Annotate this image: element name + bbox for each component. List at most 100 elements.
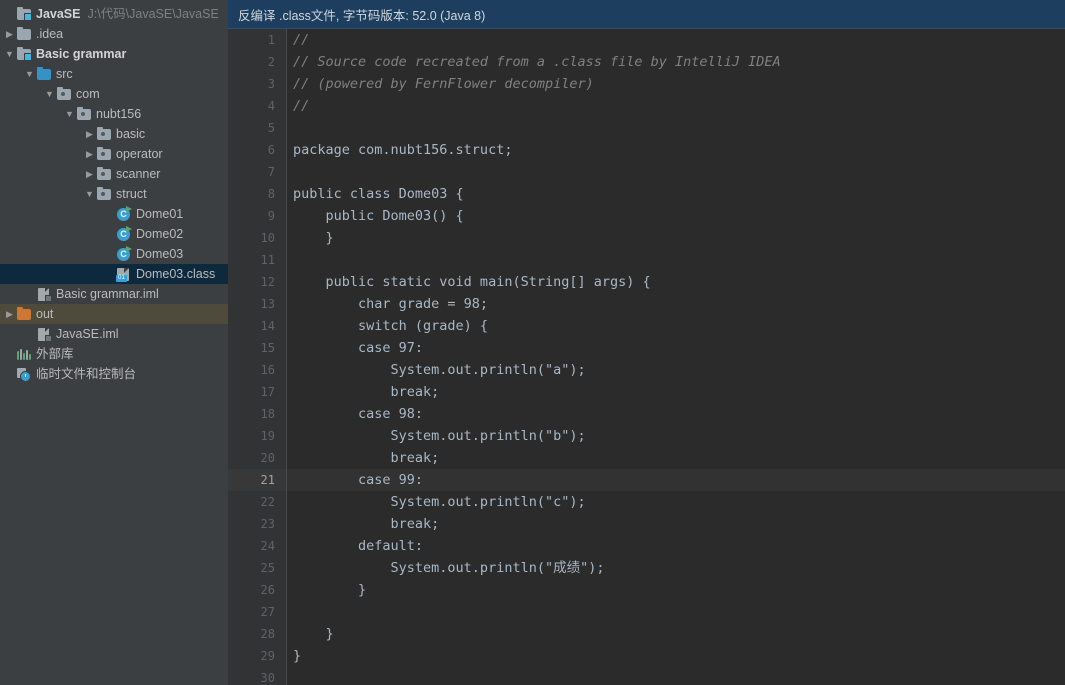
project-tree[interactable]: ▶JavaSEJ:\代码\JavaSE\JavaSE▶.idea▼Basic g… — [0, 0, 228, 384]
project-tool-window: ▶JavaSEJ:\代码\JavaSE\JavaSE▶.idea▼Basic g… — [0, 0, 228, 685]
code-line[interactable]: 14 switch (grade) { — [228, 315, 1065, 337]
code-line-text: public class Dome03 { — [293, 186, 464, 202]
tree-row-label: operator — [116, 147, 163, 161]
line-number: 27 — [228, 601, 287, 623]
code-line[interactable]: 22 System.out.println("c"); — [228, 491, 1065, 513]
chevron-right-icon[interactable]: ▶ — [3, 304, 16, 324]
tree-row-[interactable]: ▶ 临时文件和控制台 — [0, 364, 228, 384]
tree-row-scanner[interactable]: ▶ scanner — [0, 164, 228, 184]
line-number: 1 — [228, 29, 287, 51]
line-number: 29 — [228, 645, 287, 667]
code-line[interactable]: 5 — [228, 117, 1065, 139]
tree-row-label: basic — [116, 127, 146, 141]
chevron-placeholder: ▶ — [103, 224, 116, 244]
tree-row-basic[interactable]: ▶ basic — [0, 124, 228, 144]
package-icon — [76, 106, 92, 122]
tree-row-operator[interactable]: ▶ operator — [0, 144, 228, 164]
code-line-text: case 97: — [293, 340, 424, 356]
code-line[interactable]: 13 char grade = 98; — [228, 293, 1065, 315]
chevron-right-icon[interactable]: ▶ — [83, 164, 96, 184]
line-number: 18 — [228, 403, 287, 425]
chevron-down-icon[interactable]: ▼ — [83, 184, 96, 204]
code-line[interactable]: 17 break; — [228, 381, 1065, 403]
chevron-down-icon[interactable]: ▼ — [43, 84, 56, 104]
code-line[interactable]: 27 — [228, 601, 1065, 623]
code-line[interactable]: 10 } — [228, 227, 1065, 249]
code-line[interactable]: 2 // Source code recreated from a .class … — [228, 51, 1065, 73]
code-line[interactable]: 20 break; — [228, 447, 1065, 469]
tree-row-basic-grammar-iml[interactable]: ▶ Basic grammar.iml — [0, 284, 228, 304]
line-number: 8 — [228, 183, 287, 205]
code-line[interactable]: 24 default: — [228, 535, 1065, 557]
tree-row-basic-grammar[interactable]: ▼ Basic grammar — [0, 44, 228, 64]
code-line[interactable]: 28 } — [228, 623, 1065, 645]
chevron-down-icon[interactable]: ▼ — [23, 64, 36, 84]
code-line[interactable]: 29} — [228, 645, 1065, 667]
code-line[interactable]: 23 break; — [228, 513, 1065, 535]
chevron-right-icon[interactable]: ▶ — [3, 24, 16, 44]
code-line[interactable]: 19 System.out.println("b"); — [228, 425, 1065, 447]
tree-row-label: JavaSE — [36, 7, 81, 21]
iml-file-icon — [36, 326, 52, 342]
tree-row-struct[interactable]: ▼ struct — [0, 184, 228, 204]
chevron-placeholder: ▶ — [23, 284, 36, 304]
tree-row-javase[interactable]: ▶ JavaSE J:\代码\JavaSE\JavaSE — [0, 4, 228, 24]
chevron-down-icon[interactable]: ▼ — [3, 44, 16, 64]
line-number: 28 — [228, 623, 287, 645]
tree-row-[interactable]: ▶ 外部库 — [0, 344, 228, 364]
tree-row-dome02[interactable]: ▶ Dome02 — [0, 224, 228, 244]
code-line[interactable]: 4 // — [228, 95, 1065, 117]
tree-row-src[interactable]: ▼ src — [0, 64, 228, 84]
tree-row-dome03[interactable]: ▶ Dome03 — [0, 244, 228, 264]
tree-row-label: Dome01 — [136, 207, 184, 221]
tree-row-out[interactable]: ▶ out — [0, 304, 228, 324]
code-line-text: // Source code recreated from a .class f… — [293, 54, 781, 70]
tree-row-com[interactable]: ▼ com — [0, 84, 228, 104]
code-line[interactable]: 16 System.out.println("a"); — [228, 359, 1065, 381]
editor-area: 反编译 .class文件, 字节码版本: 52.0 (Java 8) 1 // 2 /… — [228, 0, 1065, 685]
package-icon — [96, 146, 112, 162]
code-line[interactable]: 1 // — [228, 29, 1065, 51]
chevron-right-icon[interactable]: ▶ — [83, 124, 96, 144]
code-line[interactable]: 15 case 97: — [228, 337, 1065, 359]
code-line[interactable]: 3 // (powered by FernFlower decompiler) — [228, 73, 1065, 95]
line-number: 10 — [228, 227, 287, 249]
line-number: 30 — [228, 667, 287, 685]
tree-row-label: 临时文件和控制台 — [36, 367, 137, 381]
tree-row-dome03-class[interactable]: ▶ Dome03.class — [0, 264, 228, 284]
scratches-icon — [16, 366, 32, 382]
tree-row-nubt156[interactable]: ▼ nubt156 — [0, 104, 228, 124]
tree-row-label: out — [36, 307, 54, 321]
chevron-right-icon[interactable]: ▶ — [83, 144, 96, 164]
code-lines[interactable]: 1 // 2 // Source code recreated from a .cla… — [228, 29, 1065, 685]
code-line[interactable]: 6 package com.nubt156.struct; — [228, 139, 1065, 161]
code-line[interactable]: 9 public Dome03() { — [228, 205, 1065, 227]
code-line[interactable]: 8 public class Dome03 { — [228, 183, 1065, 205]
line-number: 14 — [228, 315, 287, 337]
chevron-placeholder: ▶ — [103, 244, 116, 264]
code-line[interactable]: 30 — [228, 667, 1065, 685]
code-line-text: // — [293, 98, 310, 114]
code-line[interactable]: 11 — [228, 249, 1065, 271]
code-line[interactable]: 12 public static void main(String[] args… — [228, 271, 1065, 293]
tree-row-idea[interactable]: ▶ .idea — [0, 24, 228, 44]
tree-row-javase-iml[interactable]: ▶ JavaSE.iml — [0, 324, 228, 344]
code-line[interactable]: 7 — [228, 161, 1065, 183]
chevron-down-icon[interactable]: ▼ — [63, 104, 76, 124]
line-number: 19 — [228, 425, 287, 447]
folder-icon — [16, 26, 32, 42]
folder-out-icon — [16, 306, 32, 322]
code-line[interactable]: 25 System.out.println("成绩"); — [228, 557, 1065, 579]
line-number: 21 — [228, 469, 287, 491]
tree-row-dome01[interactable]: ▶ Dome01 — [0, 204, 228, 224]
code-line-text: package com.nubt156.struct; — [293, 142, 513, 158]
code-line[interactable]: 26 } — [228, 579, 1065, 601]
folder-module-icon — [16, 46, 32, 62]
external-libraries-icon — [16, 346, 32, 362]
line-number: 2 — [228, 51, 287, 73]
line-number: 11 — [228, 249, 287, 271]
code-line[interactable]: 18 case 98: — [228, 403, 1065, 425]
code-viewport[interactable]: 1 // 2 // Source code recreated from a .cla… — [228, 29, 1065, 685]
code-line[interactable]: 21 case 99: — [228, 469, 1065, 491]
